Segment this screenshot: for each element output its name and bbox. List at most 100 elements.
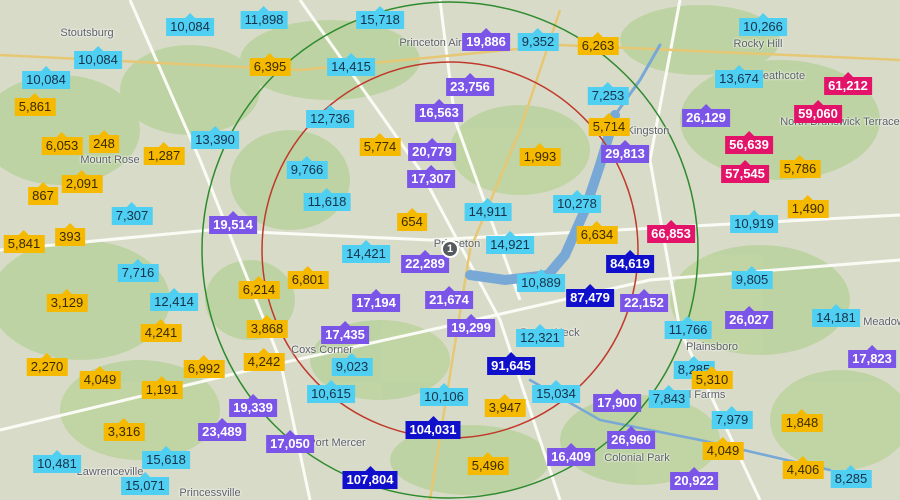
map-marker-pink[interactable]: 57,545	[721, 160, 769, 183]
map-marker-cyan[interactable]: 7,253	[587, 82, 629, 105]
map-marker-cyan[interactable]: 9,352	[517, 28, 559, 51]
map-marker-purple[interactable]: 20,922	[670, 467, 718, 490]
map-marker-cyan[interactable]: 14,911	[464, 198, 512, 221]
map-marker-yellow[interactable]: 3,868	[246, 315, 288, 338]
map-marker-navy[interactable]: 107,804	[342, 466, 398, 489]
map-marker-purple[interactable]: 22,152	[620, 289, 668, 312]
map-marker-yellow[interactable]: 5,310	[691, 366, 733, 389]
map-marker-cyan[interactable]: 15,071	[121, 472, 169, 495]
map-marker-cyan[interactable]: 7,307	[111, 202, 153, 225]
map-marker-yellow[interactable]: 867	[28, 182, 58, 205]
map-marker-cyan[interactable]: 15,718	[356, 6, 404, 29]
map-marker-cyan[interactable]: 15,618	[142, 446, 190, 469]
map-view[interactable]: Stoutsburg Rocky Hill Heathcote Princeton A…	[0, 0, 900, 500]
map-marker-yellow[interactable]: 3,947	[484, 394, 526, 417]
map-marker-yellow[interactable]: 2,270	[26, 353, 68, 376]
map-marker-yellow[interactable]: 1,191	[141, 376, 183, 399]
map-marker-purple[interactable]: 23,756	[446, 73, 494, 96]
map-marker-cyan[interactable]: 12,736	[306, 105, 354, 128]
map-marker-yellow[interactable]: 5,496	[467, 452, 509, 475]
map-marker-yellow[interactable]: 6,992	[183, 355, 225, 378]
map-marker-cyan[interactable]: 10,889	[517, 269, 565, 292]
map-marker-purple[interactable]: 23,489	[198, 418, 246, 441]
map-marker-yellow[interactable]: 6,801	[287, 266, 329, 289]
map-marker-cyan[interactable]: 11,766	[664, 316, 712, 339]
map-marker-purple[interactable]: 17,900	[593, 389, 641, 412]
map-marker-purple[interactable]: 20,779	[408, 138, 456, 161]
map-marker-pink[interactable]: 56,639	[725, 131, 773, 154]
map-marker-yellow[interactable]: 6,214	[238, 276, 280, 299]
map-marker-cyan[interactable]: 9,023	[331, 353, 373, 376]
map-marker-purple[interactable]: 19,514	[209, 211, 257, 234]
map-marker-yellow[interactable]: 3,129	[46, 289, 88, 312]
map-marker-purple[interactable]: 16,563	[415, 99, 463, 122]
map-marker-yellow[interactable]: 5,714	[588, 113, 630, 136]
map-marker-purple[interactable]: 21,674	[425, 286, 473, 309]
map-marker-yellow[interactable]: 6,053	[41, 132, 83, 155]
map-marker-cyan[interactable]: 13,390	[191, 126, 239, 149]
map-marker-cyan[interactable]: 12,321	[516, 324, 564, 347]
map-marker-yellow[interactable]: 1,287	[143, 142, 185, 165]
map-marker-yellow[interactable]: 5,861	[14, 93, 56, 116]
map-marker-cyan[interactable]: 10,106	[420, 383, 468, 406]
map-marker-purple[interactable]: 26,027	[725, 306, 773, 329]
map-marker-purple[interactable]: 19,299	[447, 314, 495, 337]
map-marker-yellow[interactable]: 4,049	[702, 437, 744, 460]
map-marker-purple[interactable]: 19,886	[462, 28, 510, 51]
map-marker-yellow[interactable]: 1,490	[787, 195, 829, 218]
map-marker-cyan[interactable]: 7,843	[648, 385, 690, 408]
map-marker-pink[interactable]: 61,212	[824, 72, 872, 95]
map-marker-purple[interactable]: 17,307	[407, 165, 455, 188]
map-marker-cyan[interactable]: 11,898	[240, 6, 288, 29]
map-marker-cyan[interactable]: 9,766	[286, 156, 328, 179]
map-marker-cyan[interactable]: 10,919	[730, 210, 778, 233]
map-marker-cyan[interactable]: 14,415	[327, 53, 375, 76]
map-marker-purple[interactable]: 17,823	[848, 345, 896, 368]
map-marker-cyan[interactable]: 10,615	[307, 380, 355, 403]
map-marker-yellow[interactable]: 4,406	[782, 456, 824, 479]
map-marker-purple[interactable]: 19,339	[229, 394, 277, 417]
map-marker-yellow[interactable]: 5,786	[779, 155, 821, 178]
map-marker-cyan[interactable]: 13,674	[715, 65, 763, 88]
map-marker-cyan[interactable]: 10,481	[33, 450, 81, 473]
map-marker-cyan[interactable]: 12,414	[150, 288, 198, 311]
map-marker-yellow[interactable]: 4,241	[140, 319, 182, 342]
map-marker-yellow[interactable]: 248	[89, 130, 119, 153]
map-marker-purple[interactable]: 26,960	[607, 426, 655, 449]
map-marker-yellow[interactable]: 6,395	[249, 53, 291, 76]
map-marker-cyan[interactable]: 8,285	[830, 465, 872, 488]
map-marker-yellow[interactable]: 2,091	[61, 170, 103, 193]
map-marker-navy[interactable]: 84,619	[606, 250, 654, 273]
map-marker-yellow[interactable]: 1,848	[781, 409, 823, 432]
map-marker-navy[interactable]: 87,479	[566, 284, 614, 307]
center-location-pin[interactable]: 1	[441, 240, 459, 258]
map-marker-purple[interactable]: 17,435	[321, 321, 369, 344]
map-marker-navy[interactable]: 104,031	[405, 416, 461, 439]
map-marker-purple[interactable]: 29,813	[601, 140, 649, 163]
map-marker-cyan[interactable]: 14,421	[342, 240, 390, 263]
map-marker-cyan[interactable]: 14,921	[486, 231, 534, 254]
map-marker-cyan[interactable]: 9,805	[731, 266, 773, 289]
map-marker-yellow[interactable]: 393	[55, 223, 85, 246]
map-marker-purple[interactable]: 17,194	[352, 289, 400, 312]
map-marker-cyan[interactable]: 10,084	[74, 46, 122, 69]
map-marker-cyan[interactable]: 10,084	[22, 66, 70, 89]
map-marker-pink[interactable]: 66,853	[647, 220, 695, 243]
map-marker-purple[interactable]: 22,289	[401, 250, 449, 273]
map-marker-purple[interactable]: 26,129	[682, 104, 730, 127]
map-marker-cyan[interactable]: 11,618	[303, 188, 351, 211]
map-marker-yellow[interactable]: 4,049	[79, 366, 121, 389]
map-marker-navy[interactable]: 91,645	[487, 352, 535, 375]
map-marker-yellow[interactable]: 3,316	[103, 418, 145, 441]
map-marker-purple[interactable]: 17,050	[266, 430, 314, 453]
map-marker-yellow[interactable]: 6,634	[576, 221, 618, 244]
map-marker-cyan[interactable]: 10,266	[739, 13, 787, 36]
map-marker-pink[interactable]: 59,060	[794, 100, 842, 123]
map-marker-cyan[interactable]: 7,979	[711, 406, 753, 429]
map-marker-cyan[interactable]: 15,034	[532, 380, 580, 403]
map-marker-cyan[interactable]: 10,278	[553, 190, 601, 213]
map-marker-yellow[interactable]: 5,841	[3, 230, 45, 253]
map-marker-cyan[interactable]: 14,181	[812, 304, 860, 327]
map-marker-yellow[interactable]: 4,242	[243, 348, 285, 371]
map-marker-yellow[interactable]: 654	[397, 208, 427, 231]
